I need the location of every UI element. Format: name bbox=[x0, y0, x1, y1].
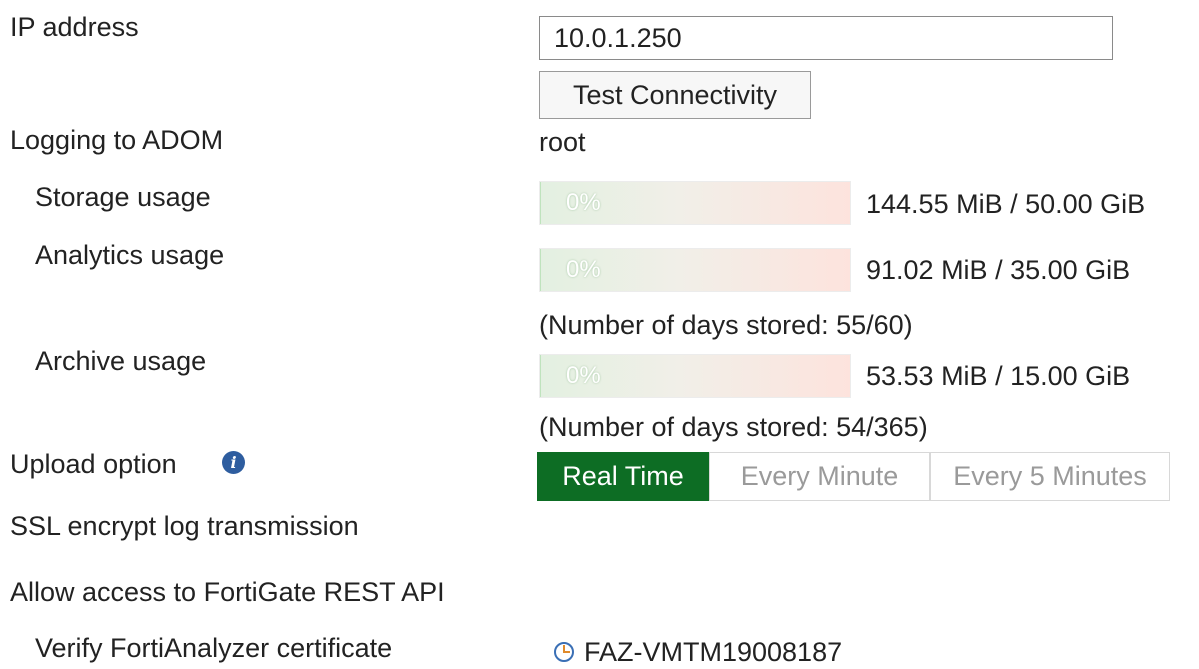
archive-days-stored: (Number of days stored: 54/365) bbox=[539, 412, 928, 442]
upload-option-label: Upload option bbox=[10, 449, 177, 479]
archive-usage-fill bbox=[540, 355, 541, 397]
analytics-usage-percent: 0% bbox=[566, 256, 601, 283]
test-connectivity-button[interactable]: Test Connectivity bbox=[539, 71, 811, 119]
ip-address-label: IP address bbox=[10, 12, 139, 42]
storage-usage-fill bbox=[540, 182, 541, 224]
info-icon[interactable]: i bbox=[222, 451, 245, 474]
rest-api-access-label: Allow access to FortiGate REST API bbox=[10, 577, 445, 607]
archive-usage-percent: 0% bbox=[566, 362, 601, 389]
adom-value: root bbox=[539, 127, 586, 157]
certificate-value: FAZ-VMTM19008187 bbox=[584, 637, 843, 667]
logging-to-adom-label: Logging to ADOM bbox=[10, 125, 224, 155]
storage-usage-amount: 144.55 MiB / 50.00 GiB bbox=[866, 189, 1146, 219]
verify-certificate-label: Verify FortiAnalyzer certificate bbox=[35, 633, 393, 663]
archive-usage-label: Archive usage bbox=[35, 346, 207, 376]
analytics-usage-amount: 91.02 MiB / 35.00 GiB bbox=[866, 255, 1131, 285]
storage-usage-percent: 0% bbox=[566, 189, 601, 216]
storage-usage-bar: 0% bbox=[539, 181, 851, 225]
storage-usage-label: Storage usage bbox=[35, 182, 211, 212]
archive-usage-amount: 53.53 MiB / 15.00 GiB bbox=[866, 361, 1131, 391]
analytics-usage-fill bbox=[540, 249, 541, 291]
analytics-usage-bar: 0% bbox=[539, 248, 851, 292]
upload-option-real-time[interactable]: Real Time bbox=[537, 452, 709, 501]
analytics-days-stored: (Number of days stored: 55/60) bbox=[539, 310, 913, 340]
archive-usage-bar: 0% bbox=[539, 354, 851, 398]
ssl-encrypt-label: SSL encrypt log transmission bbox=[10, 511, 359, 541]
ip-address-input[interactable] bbox=[539, 16, 1113, 60]
upload-option-every-5-minutes[interactable]: Every 5 Minutes bbox=[930, 452, 1170, 501]
analytics-usage-label: Analytics usage bbox=[35, 240, 225, 270]
upload-option-every-minute[interactable]: Every Minute bbox=[709, 452, 930, 501]
clock-icon bbox=[554, 642, 574, 662]
